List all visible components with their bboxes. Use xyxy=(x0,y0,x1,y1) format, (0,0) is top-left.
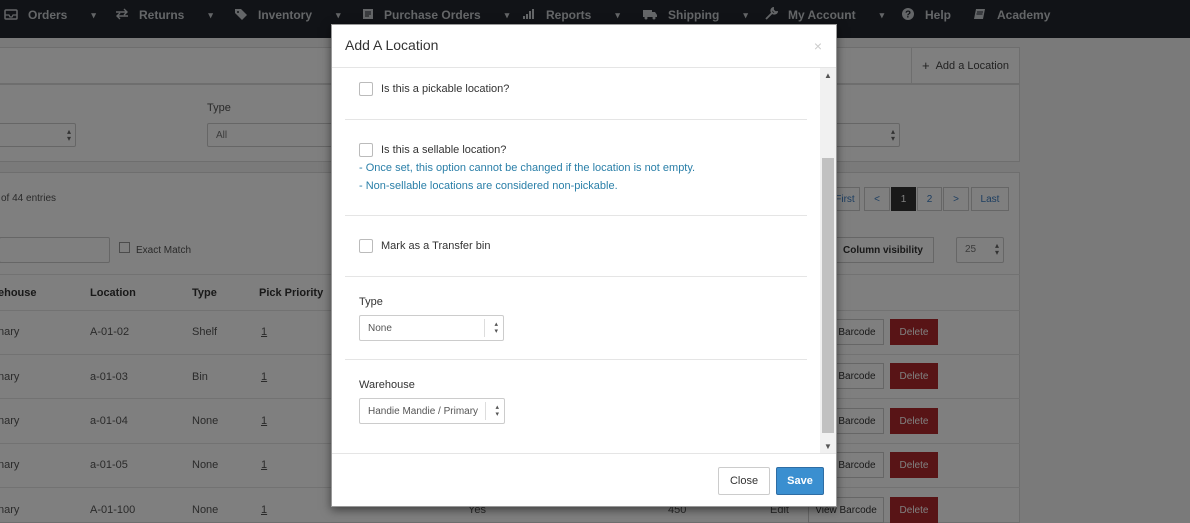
transfer-bin-checkbox[interactable] xyxy=(359,239,373,253)
type-select[interactable]: None ▴ ▾ xyxy=(359,315,504,341)
scroll-down-arrow-icon[interactable]: ▼ xyxy=(824,442,832,451)
scroll-up-arrow-icon[interactable]: ▲ xyxy=(824,71,832,80)
sellable-checkbox[interactable] xyxy=(359,143,373,157)
scrollbar-thumb[interactable] xyxy=(822,158,834,433)
warehouse-select[interactable]: Handie Mandie / Primary ▴ ▾ xyxy=(359,398,505,424)
section-divider xyxy=(345,119,807,120)
modal-title: Add A Location xyxy=(345,37,439,53)
sellable-note-1: - Once set, this option cannot be change… xyxy=(359,162,696,174)
add-location-modal: Add A Location × Is this a pickable loca… xyxy=(331,24,837,507)
pickable-checkbox[interactable] xyxy=(359,82,373,96)
pickable-label: Is this a pickable location? xyxy=(381,83,510,95)
save-button[interactable]: Save xyxy=(776,467,824,495)
type-label: Type xyxy=(359,296,383,308)
modal-scrollbar[interactable]: ▲ ▼ xyxy=(820,68,836,453)
select-arrows-icon: ▴▾ xyxy=(494,321,498,335)
close-button[interactable]: Close xyxy=(718,467,770,495)
close-icon[interactable]: × xyxy=(814,38,822,54)
sellable-label: Is this a sellable location? xyxy=(381,144,507,156)
modal-header: Add A Location × xyxy=(332,25,836,68)
section-divider xyxy=(345,359,807,360)
section-divider xyxy=(345,276,807,277)
transfer-bin-label: Mark as a Transfer bin xyxy=(381,240,491,252)
modal-footer: Close Save xyxy=(332,453,836,506)
select-arrows-icon: ▴▾ xyxy=(495,404,499,418)
modal-body: Is this a pickable location? Is this a s… xyxy=(332,68,836,453)
warehouse-label: Warehouse xyxy=(359,379,415,391)
sellable-note-2: - Non-sellable locations are considered … xyxy=(359,180,618,192)
section-divider xyxy=(345,215,807,216)
